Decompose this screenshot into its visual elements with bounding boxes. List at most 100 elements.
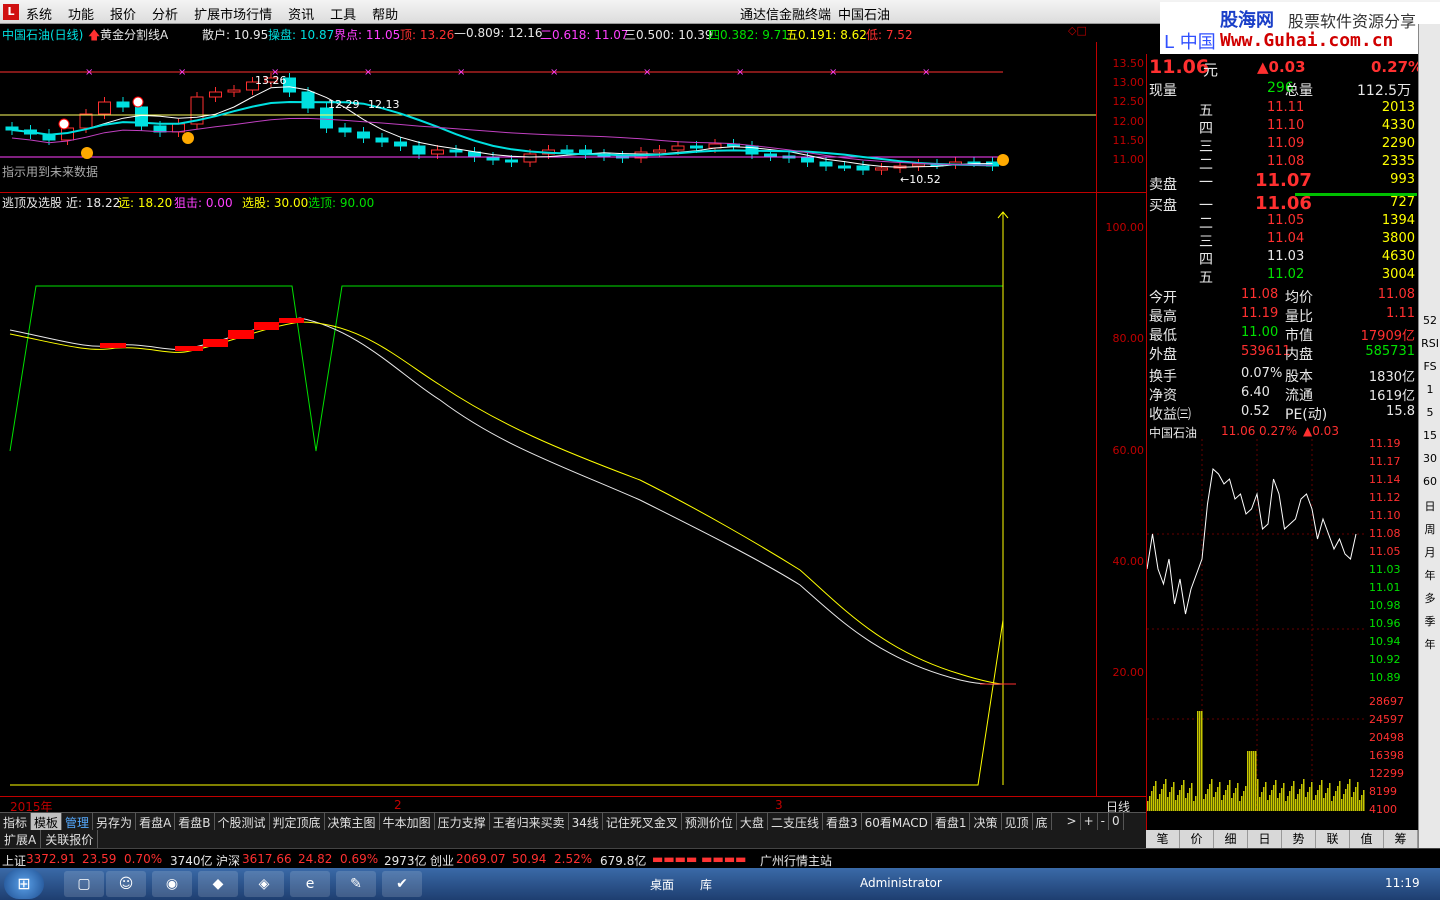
taskbar-qq-icon[interactable]: ☺ [106, 871, 146, 897]
side-tool-button[interactable]: 1 [1421, 383, 1439, 396]
quote-tab[interactable]: 日 [1248, 830, 1282, 848]
indicator-tab[interactable]: 压力支撑 [435, 813, 490, 830]
menu-item[interactable]: 扩展市场行情 [194, 4, 272, 23]
sells-price[interactable]: 11.08 [1267, 154, 1304, 169]
menu-item[interactable]: 报价 [110, 4, 136, 23]
indicator-tab[interactable]: 管理 [62, 813, 94, 830]
indicator-tab[interactable]: 看盘B [175, 813, 215, 830]
menu-item[interactable]: 资讯 [288, 4, 314, 23]
clock[interactable]: 11:19 [1385, 876, 1420, 890]
quote-tab[interactable]: 值 [1350, 830, 1384, 848]
indicator-tab[interactable]: 看盘A [136, 813, 176, 830]
menu-item[interactable]: 分析 [152, 4, 178, 23]
quote-tab[interactable]: 联 [1316, 830, 1350, 848]
taskbar-explorer-icon[interactable]: ▢ [64, 871, 104, 897]
user-label[interactable]: Administrator [860, 876, 942, 890]
indicator-tab[interactable]: 二支压线 [768, 813, 823, 830]
indicator-tab[interactable]: 大盘 [737, 813, 768, 830]
side-tool-button[interactable]: 日 [1421, 498, 1439, 514]
side-tool-button[interactable]: 60 [1421, 475, 1439, 488]
indicator-tab[interactable]: 指标 [0, 813, 32, 830]
taskbar-ie-icon[interactable]: e [290, 871, 330, 897]
buys-price[interactable]: 11.05 [1267, 213, 1304, 228]
indicator-tab[interactable]: 看盘1 [932, 813, 971, 830]
taskbar-stock-icon[interactable]: ✔ [382, 871, 422, 897]
indicator-tab[interactable]: 看盘3 [823, 813, 862, 830]
indicator-name[interactable]: 黄金分割线A [100, 26, 168, 43]
indicator-tab[interactable]: 王者归来买卖 [490, 813, 569, 830]
taskbar-browser-icon[interactable]: ◉ [152, 871, 192, 897]
indicator-tab[interactable]: 底 [1033, 813, 1052, 830]
extension-tab[interactable]: 关联报价 [41, 830, 99, 848]
tab-nav-button[interactable]: > [1064, 813, 1081, 830]
indicator-tab[interactable]: 记住死叉金叉 [603, 813, 682, 830]
indicator-tab[interactable]: 见顶 [1002, 813, 1033, 830]
cy-index[interactable]: 2069.07 [456, 852, 506, 866]
level5-value: 五0.191: 8.62 [786, 28, 867, 42]
side-tool-button[interactable]: RSI [1421, 337, 1439, 350]
hs-index[interactable]: 3617.66 [242, 852, 292, 866]
server-name[interactable]: 广州行情主站 [760, 852, 832, 869]
sh-index[interactable]: 3372.91 [26, 852, 76, 866]
side-tool-button[interactable]: FS [1421, 360, 1439, 373]
side-tool-button[interactable]: 5 [1421, 406, 1439, 419]
taskbar-app-icon[interactable]: ◆ [198, 871, 238, 897]
stat-label: 量比 [1285, 309, 1313, 325]
menu-item[interactable]: 工具 [330, 4, 356, 23]
side-tool-button[interactable]: 年 [1421, 567, 1439, 583]
indicator-tab[interactable]: 60看MACD [862, 813, 932, 830]
indicator-tab[interactable]: 决策主图 [325, 813, 380, 830]
indicator-tab[interactable]: 判定顶底 [270, 813, 325, 830]
buys-price[interactable]: 11.03 [1267, 249, 1304, 264]
minute-volume-bar [1311, 782, 1313, 811]
menu-item[interactable]: 帮助 [372, 4, 398, 23]
quote-tab[interactable]: 笔 [1146, 830, 1180, 848]
quote-tab[interactable]: 细 [1214, 830, 1248, 848]
side-tool-button[interactable]: 多 [1421, 590, 1439, 606]
extension-tab[interactable]: 扩展A [0, 830, 42, 848]
buys-price[interactable]: 11.06 [1255, 193, 1312, 214]
buys-price[interactable]: 11.02 [1267, 267, 1304, 282]
minute-volume-bar [1353, 792, 1355, 811]
taskbar-tool-icon[interactable]: ✎ [336, 871, 376, 897]
quote-tab[interactable]: 筹 [1384, 830, 1418, 848]
minute-volume-bar [1147, 801, 1149, 811]
side-tool-button[interactable]: 月 [1421, 544, 1439, 560]
taskbar-app2-icon[interactable]: ◈ [244, 871, 284, 897]
indicator-tab[interactable]: 决策 [970, 813, 1002, 830]
sells-price[interactable]: 11.11 [1267, 100, 1304, 115]
side-tool-button[interactable]: 15 [1421, 429, 1439, 442]
side-tool-button[interactable]: 季 [1421, 613, 1439, 629]
tab-nav-button[interactable]: + [1081, 813, 1098, 830]
sells-price[interactable]: 11.09 [1267, 136, 1304, 151]
indicator-chart[interactable] [0, 210, 1096, 796]
indicator-tab[interactable]: 模板 [31, 813, 63, 830]
side-tool-button[interactable]: 30 [1421, 452, 1439, 465]
menu-item[interactable]: 系统 [26, 4, 52, 23]
desktop-label[interactable]: 桌面 [650, 876, 674, 893]
buys-price[interactable]: 11.04 [1267, 231, 1304, 246]
start-button-icon[interactable]: ⊞ [4, 869, 44, 899]
quote-tab[interactable]: 价 [1180, 830, 1214, 848]
side-tool-button[interactable]: 年 [1421, 636, 1439, 652]
indicator-tab[interactable]: 个股测试 [215, 813, 270, 830]
side-tool-button[interactable]: 52 [1421, 314, 1439, 327]
ma-long-line [11, 117, 993, 166]
library-label[interactable]: 库 [700, 876, 712, 893]
tab-nav-button[interactable]: - [1098, 813, 1109, 830]
indicator-tab[interactable]: 牛本加图 [380, 813, 435, 830]
minute-chart[interactable] [1147, 439, 1367, 811]
indicator-title[interactable]: 逃顶及选股 [2, 194, 62, 211]
indicator-tab[interactable]: 34线 [569, 813, 603, 830]
tab-nav-button[interactable]: 0 [1109, 813, 1124, 830]
sells-price[interactable]: 11.10 [1267, 118, 1304, 133]
indicator-tab[interactable]: 另存为 [93, 813, 137, 830]
menu-item[interactable]: 功能 [68, 4, 94, 23]
stock-period-label[interactable]: 中国石油(日线) [2, 26, 83, 43]
juji-bar [175, 346, 203, 351]
minute-volume-bar [1319, 785, 1321, 811]
side-tool-button[interactable]: 周 [1421, 521, 1439, 537]
indicator-tab[interactable]: 预测价位 [682, 813, 737, 830]
quote-tab[interactable]: 势 [1282, 830, 1316, 848]
candlestick-chart[interactable]: 指示用到未来数据 13.26 12.29 12.13 ←10.52 × × × × × ×… [0, 42, 1096, 192]
